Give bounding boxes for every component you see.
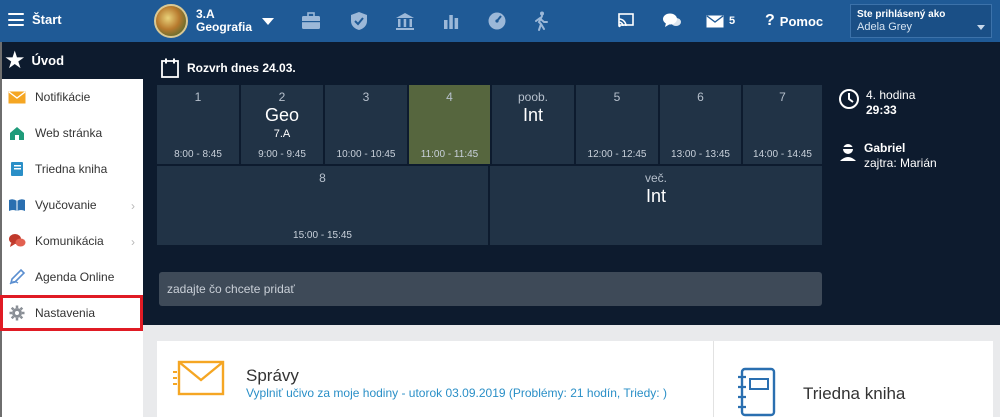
envelope-icon bbox=[173, 360, 225, 396]
duty-person: Gabriel bbox=[864, 141, 906, 155]
sidebar-item-settings[interactable]: Nastavenia bbox=[0, 295, 143, 331]
messages-title: Správy bbox=[246, 366, 299, 385]
lesson-countdown: 29:33 bbox=[866, 103, 897, 117]
lesson-cell-2[interactable]: 2 Geo 7.A 9:00 - 9:45 bbox=[241, 85, 323, 164]
duty-info: Gabriel zajtra: Marián bbox=[838, 141, 937, 171]
envelope-icon bbox=[706, 14, 724, 27]
messages-card[interactable]: Správy Vyplniť učivo za moje hodiny - ut… bbox=[157, 341, 713, 417]
start-label: Štart bbox=[32, 12, 62, 27]
sidebar-item-label: Vyučovanie bbox=[35, 198, 97, 212]
current-lesson-info: 4. hodina 29:33 bbox=[838, 88, 915, 118]
chat-icon bbox=[8, 232, 26, 250]
gear-icon bbox=[8, 304, 26, 322]
help-label: Pomoc bbox=[779, 13, 824, 29]
sidebar-item-classbook[interactable]: Triedna kniha bbox=[2, 151, 143, 187]
chat-button[interactable] bbox=[662, 0, 682, 42]
lesson-cell-evening[interactable]: več. Int bbox=[490, 166, 822, 245]
house-icon bbox=[8, 124, 26, 142]
classbook-title: Triedna kniha bbox=[803, 384, 906, 403]
chevron-right-icon: › bbox=[131, 235, 135, 249]
schedule-title: Rozvrh dnes 24.03. bbox=[187, 61, 296, 75]
lesson-cell-3[interactable]: 3 10:00 - 10:45 bbox=[325, 85, 407, 164]
sidebar-item-label: Notifikácie bbox=[35, 90, 91, 104]
messages-count: 5 bbox=[729, 15, 736, 27]
star-icon: ★ bbox=[4, 46, 26, 74]
sidebar-item-label: Úvod bbox=[31, 53, 65, 68]
calendar-icon bbox=[161, 58, 179, 78]
sidebar-item-communication[interactable]: Komunikácia › bbox=[2, 223, 143, 259]
classbook-card[interactable]: Triedna kniha bbox=[713, 341, 993, 417]
messages-button[interactable]: 5 bbox=[706, 0, 735, 42]
class-avatar bbox=[154, 4, 188, 38]
sidebar-item-agenda-online[interactable]: Agenda Online bbox=[2, 259, 143, 295]
chevron-right-icon: › bbox=[131, 199, 135, 213]
sidebar-item-label: Agenda Online bbox=[35, 270, 115, 284]
start-menu-button[interactable]: Štart bbox=[8, 12, 62, 27]
messages-link[interactable]: Vyplniť učivo za moje hodiny - utorok 03… bbox=[246, 386, 686, 401]
lesson-cell-6[interactable]: 6 13:00 - 13:45 bbox=[660, 85, 741, 164]
sidebar-item-home[interactable]: ★ Úvod bbox=[2, 42, 143, 79]
hamburger-icon bbox=[8, 13, 24, 26]
user-menu[interactable]: Ste prihlásený ako Adela Grey bbox=[850, 4, 992, 38]
briefcase-icon[interactable] bbox=[300, 10, 322, 32]
question-icon: ? bbox=[765, 12, 775, 29]
lesson-cell-5[interactable]: 5 12:00 - 12:45 bbox=[576, 85, 658, 164]
sidebar: ★ Úvod Notifikácie Web stránka Triedna k… bbox=[0, 42, 143, 417]
speedometer-icon[interactable] bbox=[486, 10, 508, 32]
lesson-cell-afternoon[interactable]: poob. Int bbox=[492, 85, 574, 164]
chat-icon bbox=[663, 13, 681, 27]
bank-icon[interactable] bbox=[394, 10, 416, 32]
notebook-icon bbox=[738, 367, 776, 417]
help-button[interactable]: ? Pomoc bbox=[765, 0, 823, 42]
cast-icon bbox=[618, 13, 634, 28]
sidebar-item-website[interactable]: Web stránka bbox=[2, 115, 143, 151]
bar-chart-icon[interactable] bbox=[440, 10, 462, 32]
sidebar-item-teaching[interactable]: Vyučovanie › bbox=[2, 187, 143, 223]
envelope-icon bbox=[8, 88, 26, 106]
sidebar-item-label: Web stránka bbox=[35, 126, 103, 140]
lesson-label: 4. hodina bbox=[866, 88, 916, 102]
cards-area: Správy Vyplniť učivo za moje hodiny - ut… bbox=[143, 325, 1000, 417]
lesson-cell-4-current[interactable]: 4 11:00 - 11:45 bbox=[409, 85, 490, 164]
sidebar-item-label: Triedna kniha bbox=[35, 162, 108, 176]
login-label: Ste prihlásený ako bbox=[857, 9, 946, 20]
subject-name: Geografia bbox=[196, 20, 253, 34]
book-icon bbox=[8, 160, 26, 178]
lesson-cell-1[interactable]: 1 8:00 - 8:45 bbox=[157, 85, 239, 164]
dashboard-panel: Rozvrh dnes 24.03. 1 8:00 - 8:45 2 Geo 7… bbox=[143, 42, 1000, 325]
user-name: Adela Grey bbox=[857, 21, 913, 33]
open-book-icon bbox=[8, 196, 26, 214]
lesson-cell-7[interactable]: 7 14:00 - 14:45 bbox=[743, 85, 822, 164]
schedule-heading: Rozvrh dnes 24.03. bbox=[161, 58, 296, 78]
person-icon bbox=[840, 144, 856, 161]
sidebar-item-label: Komunikácia bbox=[35, 234, 104, 248]
duty-tomorrow: zajtra: Marián bbox=[864, 156, 937, 170]
lesson-cell-8[interactable]: 8 15:00 - 15:45 bbox=[157, 166, 488, 245]
clock-icon bbox=[839, 89, 859, 109]
sidebar-item-notifications[interactable]: Notifikácie bbox=[2, 79, 143, 115]
top-bar: Štart 3.A Geografia 5 ? Pomoc Ste prihlá… bbox=[0, 0, 1000, 42]
class-selector[interactable]: 3.A Geografia bbox=[154, 4, 275, 38]
walking-person-icon[interactable] bbox=[530, 10, 552, 32]
chevron-down-icon bbox=[262, 17, 275, 25]
add-item-input[interactable] bbox=[159, 272, 822, 306]
pen-icon bbox=[8, 268, 26, 286]
chevron-down-icon bbox=[977, 25, 985, 30]
shield-icon[interactable] bbox=[348, 10, 370, 32]
sidebar-item-label: Nastavenia bbox=[35, 306, 96, 320]
cast-button[interactable] bbox=[617, 0, 635, 42]
